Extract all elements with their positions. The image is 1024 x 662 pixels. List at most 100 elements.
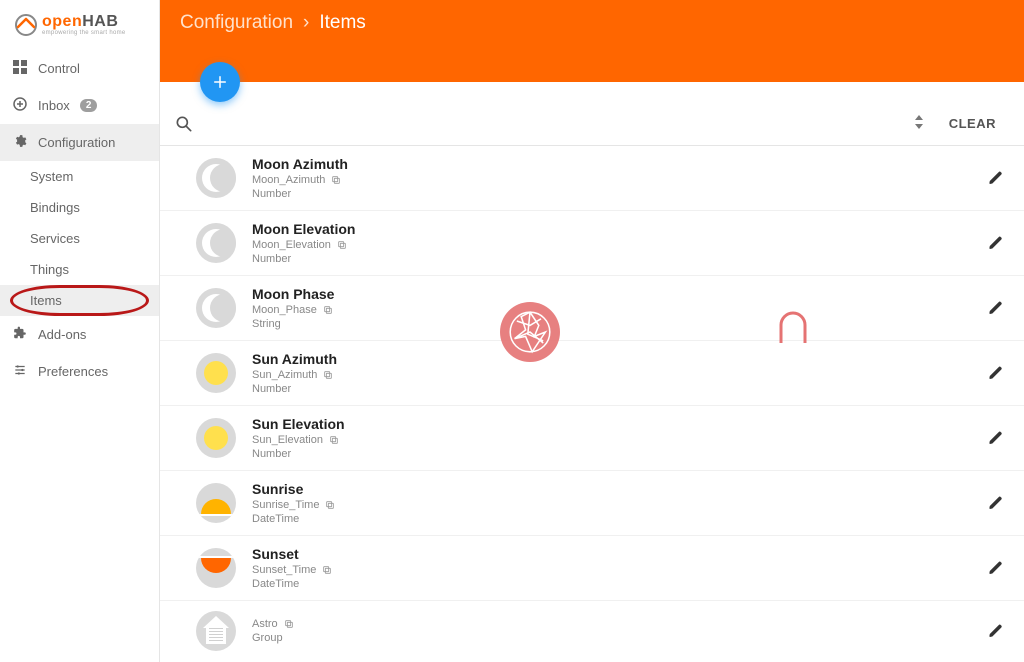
edit-icon[interactable] (988, 170, 1004, 186)
list-item[interactable]: Sunrise Sunrise_Time DateTime (160, 471, 1024, 536)
item-id: Moon_Azimuth (252, 174, 325, 186)
list-item-body: Astro Group (252, 618, 972, 644)
add-item-button[interactable] (200, 62, 240, 102)
sunset-icon (196, 548, 236, 588)
edit-icon[interactable] (988, 560, 1004, 576)
dashboard-icon (12, 60, 28, 77)
copy-icon[interactable] (322, 565, 332, 575)
item-id: Moon_Elevation (252, 239, 331, 251)
sidebar-item-services[interactable]: Services (0, 223, 159, 254)
list-item-body: Moon PhaseMoon_PhaseString (252, 286, 972, 330)
copy-icon[interactable] (329, 435, 339, 445)
sidebar-item-bindings[interactable]: Bindings (0, 192, 159, 223)
edit-icon[interactable] (988, 430, 1004, 446)
copy-icon[interactable] (323, 305, 333, 315)
list-item-body: Moon Elevation Moon_Elevation Number (252, 221, 972, 265)
logo[interactable]: openHAB empowering the smart home (0, 0, 159, 50)
sidebar-item-preferences[interactable]: Preferences (0, 353, 159, 390)
sidebar-item-system[interactable]: System (0, 161, 159, 192)
search-icon[interactable] (174, 114, 194, 134)
list-item[interactable]: Sunset Sunset_Time DateTime (160, 536, 1024, 601)
list-item-body: Moon AzimuthMoon_AzimuthNumber (252, 156, 972, 200)
copy-icon[interactable] (331, 175, 341, 185)
sidebar-item-label: Preferences (38, 364, 108, 379)
sidebar-item-configuration[interactable]: Configuration (0, 124, 159, 161)
list-item[interactable]: Astro Group (160, 601, 1024, 661)
sidebar-item-label: Bindings (30, 200, 80, 215)
edit-icon[interactable] (988, 365, 1004, 381)
items-list: Moon AzimuthMoon_AzimuthNumberMoon Eleva… (160, 146, 1024, 662)
item-name: Sun Azimuth (252, 351, 972, 367)
plus-icon (211, 73, 229, 91)
sidebar-item-label: Configuration (38, 135, 115, 150)
list-item-body: Sunset Sunset_Time DateTime (252, 546, 972, 590)
puzzle-icon (12, 326, 28, 343)
copy-icon[interactable] (284, 619, 294, 629)
item-name: Moon Elevation (252, 221, 972, 237)
breadcrumb: Configuration › Items (180, 12, 366, 34)
item-type: Number (252, 383, 972, 395)
sidebar-item-label: Add-ons (38, 327, 86, 342)
item-id: Sunset_Time (252, 564, 316, 576)
sidebar-item-control[interactable]: Control (0, 50, 159, 87)
sidebar-item-label: Items (30, 293, 62, 308)
item-name: Moon Phase (252, 286, 972, 302)
list-item[interactable]: Moon Elevation Moon_Elevation Number (160, 211, 1024, 276)
list-item[interactable]: Sun ElevationSun_ElevationNumber (160, 406, 1024, 471)
moon-icon (196, 158, 236, 198)
edit-icon[interactable] (988, 235, 1004, 251)
sidebar-item-label: Things (30, 262, 69, 277)
inbox-badge: 2 (80, 99, 98, 112)
list-item-body: Sun ElevationSun_ElevationNumber (252, 416, 972, 460)
nav: Control Inbox 2 Configuration System Bin… (0, 50, 159, 390)
sort-icon[interactable] (913, 114, 929, 133)
toolbar: CLEAR (160, 102, 1024, 146)
header: Configuration › Items (160, 0, 1024, 82)
list-item[interactable]: Moon PhaseMoon_PhaseString (160, 276, 1024, 341)
logo-tagline: empowering the smart home (42, 30, 126, 36)
item-type: Number (252, 448, 972, 460)
main: Configuration › Items CLEAR Moon Azimuth… (160, 0, 1024, 662)
chevron-right-icon: › (303, 12, 309, 34)
item-name: Sunset (252, 546, 972, 562)
sidebar-item-label: System (30, 169, 73, 184)
sun-icon (196, 418, 236, 458)
sidebar-item-addons[interactable]: Add-ons (0, 316, 159, 353)
item-id: Sun_Elevation (252, 434, 323, 446)
item-id: Sun_Azimuth (252, 369, 317, 381)
sidebar-item-label: Inbox (38, 98, 70, 113)
item-id: Astro (252, 618, 278, 630)
item-id: Sunrise_Time (252, 499, 319, 511)
copy-icon[interactable] (323, 370, 333, 380)
sidebar-item-items[interactable]: Items (0, 285, 159, 316)
item-type: Number (252, 188, 972, 200)
item-id: Moon_Phase (252, 304, 317, 316)
sliders-icon (12, 363, 28, 380)
item-type: DateTime (252, 513, 972, 525)
breadcrumb-current: Items (319, 12, 365, 34)
moon-icon (196, 223, 236, 263)
sidebar-item-label: Control (38, 61, 80, 76)
sidebar-item-things[interactable]: Things (0, 254, 159, 285)
logo-icon (14, 13, 38, 37)
plus-circle-icon (12, 97, 28, 114)
breadcrumb-parent[interactable]: Configuration (180, 12, 293, 34)
edit-icon[interactable] (988, 300, 1004, 316)
copy-icon[interactable] (337, 240, 347, 250)
sun-icon (196, 353, 236, 393)
edit-icon[interactable] (988, 495, 1004, 511)
item-type: Number (252, 253, 972, 265)
list-item-body: Sunrise Sunrise_Time DateTime (252, 481, 972, 525)
item-type: Group (252, 632, 972, 644)
list-item[interactable]: Sun Azimuth Sun_Azimuth Number (160, 341, 1024, 406)
copy-icon[interactable] (325, 500, 335, 510)
item-name: Sunrise (252, 481, 972, 497)
list-item[interactable]: Moon AzimuthMoon_AzimuthNumber (160, 146, 1024, 211)
clear-button[interactable]: CLEAR (941, 112, 1004, 135)
edit-icon[interactable] (988, 623, 1004, 639)
sunrise-icon (196, 483, 236, 523)
sidebar-item-inbox[interactable]: Inbox 2 (0, 87, 159, 124)
sidebar: openHAB empowering the smart home Contro… (0, 0, 160, 662)
item-type: DateTime (252, 578, 972, 590)
gear-icon (12, 134, 28, 151)
